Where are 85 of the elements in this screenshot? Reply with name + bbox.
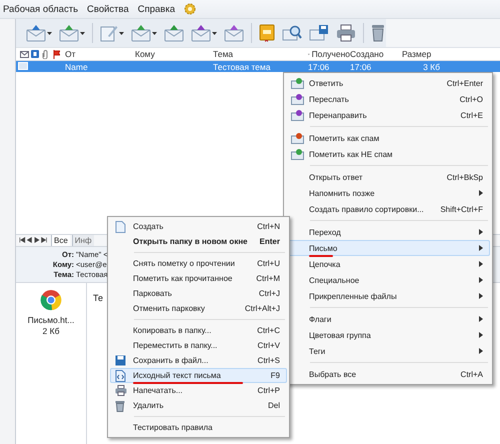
caret-icon — [119, 32, 124, 34]
column-header[interactable]: Тема — [213, 49, 234, 59]
menu-item[interactable]: Тестировать правила — [110, 420, 287, 435]
menu-item[interactable]: Выбрать все Ctrl+A — [286, 366, 490, 382]
column-header[interactable]: Создано — [350, 49, 384, 59]
menu-item[interactable]: Флаги — [286, 311, 490, 327]
menu-item[interactable]: Напечатать... Ctrl+P — [110, 383, 287, 398]
code-file-icon — [115, 370, 126, 382]
menu-item[interactable]: Отменить парковку Ctrl+Alt+J — [110, 301, 287, 316]
printer-icon — [115, 385, 127, 396]
flag-icon — [53, 50, 60, 58]
menu-item[interactable]: Сохранить в файл... Ctrl+S — [110, 353, 287, 368]
envelope-icon — [291, 77, 304, 89]
menu-item[interactable]: Прикрепленные файлы — [286, 288, 490, 304]
submenu-arrow-icon — [479, 277, 483, 283]
caret-icon — [152, 32, 157, 34]
trash-icon — [115, 400, 125, 412]
submenu-arrow-icon — [479, 245, 483, 251]
navigation-arrows-icon[interactable] — [19, 237, 49, 243]
menu-item[interactable]: Переместить в папку... Ctrl+V — [110, 338, 287, 353]
menu-item[interactable]: Перенаправить Ctrl+E — [286, 107, 490, 123]
menu-bar-item[interactable]: Рабочая область — [3, 4, 78, 14]
envelope-icon — [291, 93, 304, 105]
menu-item[interactable]: Переход — [286, 224, 490, 240]
menu-item[interactable]: Открыть ответ Ctrl+BkSp — [286, 169, 490, 185]
attachment-name[interactable]: Письмо.ht... — [28, 314, 74, 324]
trash-icon — [371, 24, 385, 42]
menu-item[interactable]: Пометить как НЕ спам — [286, 146, 490, 162]
tab[interactable]: Инф — [72, 234, 94, 246]
menu-item[interactable]: Ответить Ctrl+Enter — [286, 75, 490, 91]
submenu-arrow-icon — [479, 348, 483, 354]
menu-item[interactable]: Цветовая группа — [286, 327, 490, 343]
submenu-arrow-icon — [479, 316, 483, 322]
envelope-icon — [191, 24, 211, 42]
envelope-icon — [59, 24, 79, 42]
envelope-icon — [164, 24, 184, 42]
envelope-icon — [26, 24, 46, 42]
menu-item[interactable]: Снять пометку о прочтении Ctrl+U — [110, 256, 287, 271]
envelope-icon — [20, 50, 29, 58]
printer-icon — [336, 24, 356, 42]
envelope-icon — [291, 148, 304, 160]
underline-mark — [309, 255, 333, 257]
caret-icon — [212, 32, 217, 34]
submenu-arrow-icon — [479, 332, 483, 338]
submenu-arrow-icon — [479, 261, 483, 267]
menu-item[interactable]: Специальное — [286, 272, 490, 288]
caret-icon — [47, 32, 52, 34]
menu-bar-item[interactable]: Справка — [138, 4, 176, 14]
submenu-arrow-icon — [479, 229, 483, 235]
envelope-icon — [291, 132, 304, 144]
menu-item[interactable]: Теги — [286, 343, 490, 359]
menu-item[interactable]: Парковать Ctrl+J — [110, 286, 287, 301]
column-header[interactable]: Кому — [135, 49, 155, 59]
browser-file-icon[interactable] — [40, 288, 62, 310]
gear-icon[interactable] — [184, 3, 196, 15]
menu-item[interactable]: Пометить как прочитанное Ctrl+M — [110, 271, 287, 286]
envelope-icon — [291, 109, 304, 121]
book-icon — [259, 24, 275, 42]
paperclip-icon — [42, 50, 48, 58]
menu-item[interactable]: Создать правило сортировки... Shift+Ctrl+F — [286, 201, 490, 217]
search-icon — [282, 24, 302, 42]
menu-item[interactable]: Исходный текст письма F9 — [110, 368, 287, 383]
menu-bar-item[interactable]: Свойства — [87, 4, 129, 14]
envelope-icon — [309, 24, 329, 42]
menu-item[interactable]: Переслать Ctrl+O — [286, 91, 490, 107]
menu-item[interactable]: Пометить как спам — [286, 130, 490, 146]
menu-item[interactable]: Создать Ctrl+N — [110, 219, 287, 234]
message-body: Те — [92, 292, 103, 302]
document-icon — [115, 220, 126, 232]
submenu-arrow-icon — [479, 190, 483, 196]
caret-icon — [80, 32, 85, 34]
submenu-arrow-icon — [479, 293, 483, 299]
menu-item[interactable]: Напомнить позже — [286, 185, 490, 201]
attachment-size: 2 Кб — [42, 326, 60, 336]
menu-item[interactable]: Открыть папку в новом окне Enter — [110, 234, 287, 249]
envelope-icon — [131, 24, 151, 42]
column-header[interactable]: От — [65, 49, 76, 59]
tab[interactable]: Все — [51, 234, 70, 246]
menu-item[interactable]: Удалить Del — [110, 398, 287, 413]
column-header[interactable]: Получено — [312, 49, 350, 59]
menu-item[interactable]: Цепочка — [286, 256, 490, 272]
menu-item[interactable]: Копировать в папку... Ctrl+C — [110, 323, 287, 338]
pencil-icon — [100, 24, 118, 42]
column-header[interactable]: Размер — [402, 49, 432, 59]
envelope-icon — [224, 24, 244, 42]
